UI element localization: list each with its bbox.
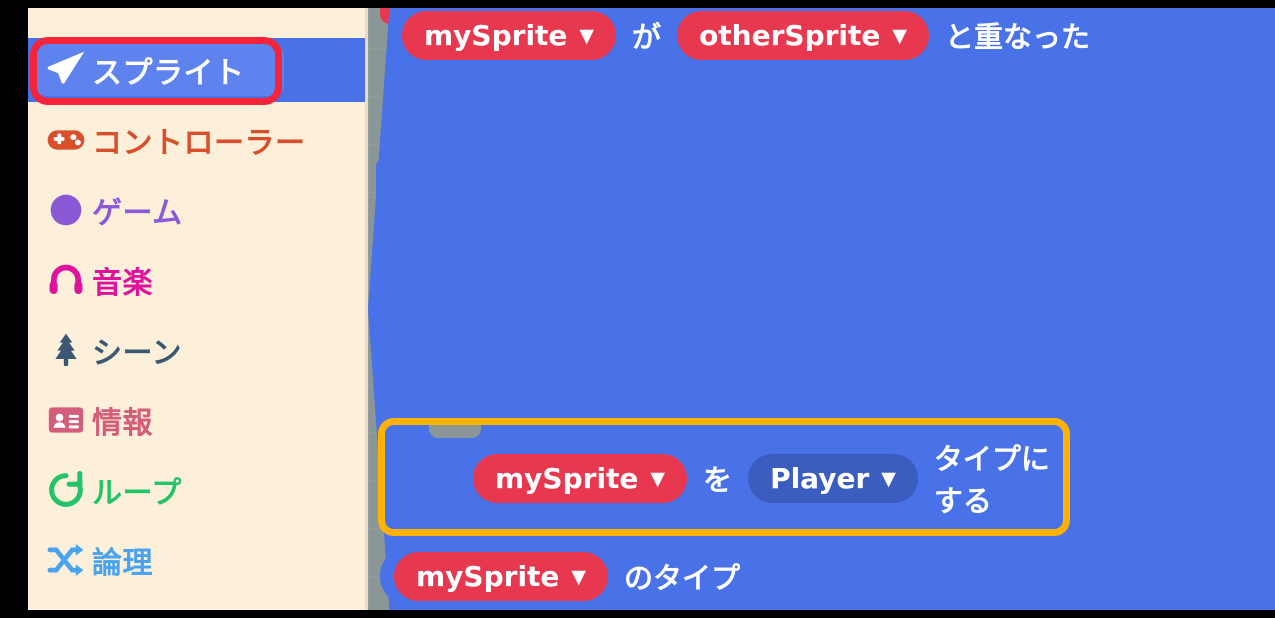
sidebar-item-label: 情報 xyxy=(92,406,153,441)
sidebar-item-scene[interactable]: シーン xyxy=(28,318,368,382)
bottom-black-margin xyxy=(0,610,1275,618)
sidebar-item-label: シーン xyxy=(92,336,182,371)
chevron-down-icon: ▼ xyxy=(892,24,908,47)
sidebar-item-label: コントローラー xyxy=(92,126,306,161)
setkind-var-dropdown[interactable]: mySprite ▼ xyxy=(473,453,688,503)
screenshot-root: ゲームが更新された時 2000 ▼ ミリ秒毎 apple ▼ の X ▼ を ラ… xyxy=(0,0,1275,618)
left-black-margin xyxy=(0,0,28,618)
paper-plane-icon xyxy=(40,44,92,96)
bool-suffix-label: と重なった xyxy=(945,20,1091,54)
tree-icon xyxy=(40,324,92,376)
chevron-down-icon: ▼ xyxy=(571,565,587,588)
block-boolean-content: mySprite ▼ が otherSprite ▼ と重なった xyxy=(402,0,1090,70)
bool-var-a-value: mySprite xyxy=(424,18,568,52)
gamepad-icon xyxy=(40,114,92,166)
block-sprite-overlaps-with[interactable]: mySprite ▼ が otherSprite ▼ と重なった xyxy=(368,0,1275,618)
sidebar-item-info[interactable]: 情報 xyxy=(28,388,368,452)
circle-icon xyxy=(40,184,92,236)
blocks-workspace[interactable]: ゲームが更新された時 2000 ▼ ミリ秒毎 apple ▼ の X ▼ を ラ… xyxy=(368,0,1275,618)
sidebar-item-loops[interactable]: ループ xyxy=(28,458,368,522)
sidebar-item-logic[interactable]: 論理 xyxy=(28,528,368,592)
chevron-down-icon: ▼ xyxy=(650,467,666,490)
block-boolean-right-point xyxy=(1271,0,1275,70)
headphones-icon xyxy=(40,254,92,306)
setkind-kind-dropdown[interactable]: Player ▼ xyxy=(748,453,918,503)
sidebar-item-sprites[interactable]: スプライト xyxy=(28,38,368,102)
bool-var-a-dropdown[interactable]: mySprite ▼ xyxy=(402,10,617,60)
block-set-kind-content: mySprite ▼ を Player ▼ タイプにする xyxy=(473,435,1063,521)
toolbox-category-list[interactable]: スプライト コントローラー ゲーム 音楽 シーン 情報 ループ 論理 xyxy=(28,0,368,618)
setkind-kind-value: Player xyxy=(770,461,870,495)
reporter-suffix-label: のタイプ xyxy=(624,561,741,595)
setkind-var-value: mySprite xyxy=(495,461,639,495)
sidebar-item-controller[interactable]: コントローラー xyxy=(28,108,368,172)
sidebar-item-label: 論理 xyxy=(92,546,153,581)
sidebar-item-label: ゲーム xyxy=(92,196,183,231)
bool-var-b-dropdown[interactable]: otherSprite ▼ xyxy=(677,10,930,60)
refresh-icon xyxy=(40,464,92,516)
bool-var-b-value: otherSprite xyxy=(699,18,881,52)
highlight-ring-set-kind-block: mySprite ▼ を Player ▼ タイプにする xyxy=(378,418,1070,536)
block-sprite-kind-reporter[interactable]: mySprite ▼ のタイプ xyxy=(380,545,740,607)
setkind-joiner-label: を xyxy=(703,463,733,497)
sidebar-item-label: スプライト xyxy=(92,56,245,91)
sidebar-divider xyxy=(365,0,368,618)
id-card-icon xyxy=(40,394,92,446)
bool-joiner-label: が xyxy=(632,20,662,54)
top-black-margin xyxy=(0,0,1275,8)
chevron-down-icon: ▼ xyxy=(579,24,595,47)
shuffle-icon xyxy=(40,534,92,586)
reporter-var-value: mySprite xyxy=(416,559,560,593)
sidebar-item-music[interactable]: 音楽 xyxy=(28,248,368,312)
chevron-down-icon: ▼ xyxy=(881,467,896,490)
reporter-var-dropdown[interactable]: mySprite ▼ xyxy=(394,551,609,601)
setkind-suffix-label: タイプにする xyxy=(933,442,1050,518)
sidebar-item-label: 音楽 xyxy=(92,266,153,301)
sidebar-item-label: ループ xyxy=(92,476,182,511)
sidebar-item-game[interactable]: ゲーム xyxy=(28,178,368,242)
